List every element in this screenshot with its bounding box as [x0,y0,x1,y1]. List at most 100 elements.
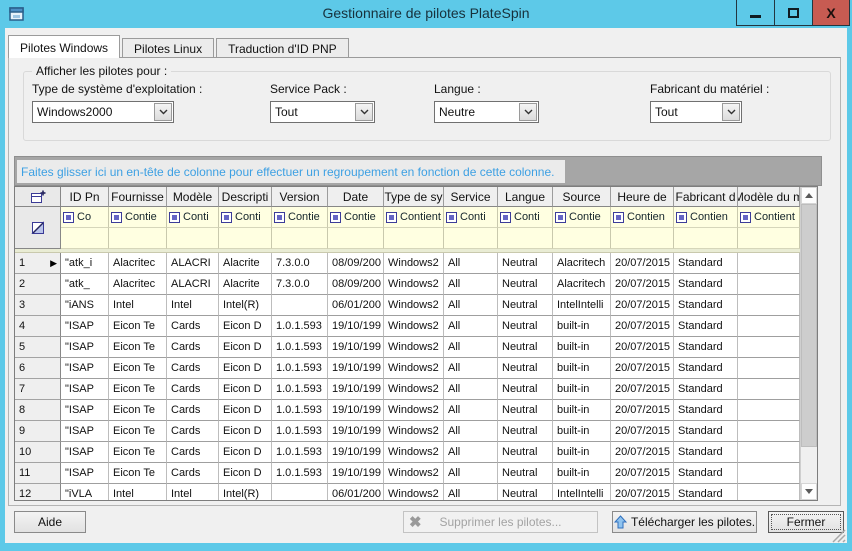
grid-cell[interactable]: 19/10/199 [328,421,384,442]
maximize-button[interactable] [774,0,812,26]
grid-cell[interactable]: All [444,337,498,358]
tab-pilotes-windows[interactable]: Pilotes Windows [8,35,120,58]
language-select[interactable]: Neutre [434,101,539,123]
grid-cell[interactable]: All [444,421,498,442]
grid-cell[interactable]: Neutral [498,358,553,379]
grid-cell[interactable]: Intel [109,295,167,316]
filter-cell-12[interactable]: Contien [674,207,738,228]
grid-cell[interactable]: Standard [674,316,738,337]
filter-cell-11[interactable]: Contien [611,207,674,228]
grid-cell[interactable]: Standard [674,337,738,358]
grid-cell[interactable]: Neutral [498,379,553,400]
grid-cell[interactable] [738,358,800,379]
grid-cell[interactable]: All [444,484,498,500]
grid-cell[interactable]: Neutral [498,295,553,316]
grid-cell[interactable]: Windows2 [384,358,444,379]
grid-cell[interactable]: Neutral [498,337,553,358]
grid-cell[interactable]: Neutral [498,400,553,421]
row-header-5[interactable]: 5 [15,337,61,358]
tab-pilotes-linux[interactable]: Pilotes Linux [122,38,214,58]
grid-cell[interactable]: "ISAP [61,400,109,421]
grid-cell[interactable]: 19/10/199 [328,337,384,358]
hardware-manufacturer-select[interactable]: Tout [650,101,742,123]
grid-cell[interactable]: Neutral [498,274,553,295]
grid-cell[interactable]: Neutral [498,316,553,337]
grid-cell[interactable]: Cards [167,379,219,400]
grid-cell[interactable]: Cards [167,463,219,484]
grid-cell[interactable]: Windows2 [384,337,444,358]
grid-cell[interactable]: Standard [674,295,738,316]
grid-cell[interactable]: All [444,463,498,484]
grid-cell[interactable] [738,421,800,442]
row-header-11[interactable]: 11 [15,463,61,484]
filter-condition-icon[interactable] [169,212,180,223]
chevron-down-icon[interactable] [519,103,537,121]
column-header-12[interactable]: Fabricant d [674,187,738,207]
grid-cell[interactable]: 19/10/199 [328,442,384,463]
grid-cell[interactable]: Alacritech [553,274,611,295]
grid-cell[interactable]: 20/07/2015 [611,421,674,442]
grid-cell[interactable]: Eicon Te [109,358,167,379]
grid-cell[interactable]: Eicon Te [109,442,167,463]
grid-cell[interactable]: Alacritec [109,253,167,274]
grid-cell[interactable]: Windows2 [384,421,444,442]
column-header-3[interactable]: Modèle [167,187,219,207]
minimize-button[interactable] [736,0,774,26]
os-type-select[interactable]: Windows2000 [32,101,174,123]
grid-cell[interactable]: Eicon D [219,379,272,400]
grid-cell[interactable]: Standard [674,253,738,274]
grid-cell[interactable] [738,316,800,337]
filter-input-cell-9[interactable] [498,228,553,249]
grid-cell[interactable]: Alacrite [219,274,272,295]
help-button[interactable]: Aide [14,511,86,533]
grid-cell[interactable]: Standard [674,463,738,484]
grid-cell[interactable]: Intel [167,484,219,500]
chevron-down-icon[interactable] [154,103,172,121]
grid-cell[interactable] [738,295,800,316]
filter-input-cell-4[interactable] [219,228,272,249]
grid-cell[interactable]: 7.3.0.0 [272,274,328,295]
filter-cell-9[interactable]: Conti [498,207,553,228]
grid-cell[interactable]: Cards [167,358,219,379]
grid-cell[interactable]: Cards [167,316,219,337]
filter-input-cell-2[interactable] [109,228,167,249]
filter-cell-5[interactable]: Contie [272,207,328,228]
grid-cell[interactable]: Neutral [498,442,553,463]
chevron-down-icon[interactable] [355,103,373,121]
filter-cell-7[interactable]: Contient [384,207,444,228]
grid-cell[interactable]: built-in [553,400,611,421]
grid-cell[interactable]: Cards [167,400,219,421]
grid-cell[interactable] [738,337,800,358]
grid-cell[interactable]: IntelIntelli [553,484,611,500]
grid-cell[interactable] [738,484,800,500]
filter-input-cell-11[interactable] [611,228,674,249]
grid-cell[interactable]: Cards [167,421,219,442]
grid-cell[interactable]: Alacrite [219,253,272,274]
filter-input-cell-13[interactable] [738,228,800,249]
grid-cell[interactable] [272,295,328,316]
filter-cell-8[interactable]: Conti [444,207,498,228]
filter-condition-icon[interactable] [740,212,751,223]
service-pack-select[interactable]: Tout [270,101,375,123]
grid-cell[interactable]: Alacritech [553,253,611,274]
grid-cell[interactable]: built-in [553,463,611,484]
grid-cell[interactable]: 1.0.1.593 [272,442,328,463]
grid-cell[interactable]: 20/07/2015 [611,337,674,358]
grid-cell[interactable]: 7.3.0.0 [272,253,328,274]
scrollbar-thumb[interactable] [801,204,817,447]
column-header-5[interactable]: Version [272,187,328,207]
grid-cell[interactable]: "ISAP [61,316,109,337]
row-header-6[interactable]: 6 [15,358,61,379]
grid-cell[interactable]: "iANS [61,295,109,316]
grid-cell[interactable]: Cards [167,442,219,463]
grid-cell[interactable]: Standard [674,274,738,295]
column-header-1[interactable]: ID Pn [61,187,109,207]
filter-cell-1[interactable]: Co [61,207,109,228]
filter-input-cell-8[interactable] [444,228,498,249]
vertical-scrollbar[interactable] [800,187,817,500]
grid-cell[interactable]: 19/10/199 [328,379,384,400]
grid-cell[interactable]: 1.0.1.593 [272,358,328,379]
grid-cell[interactable]: 1.0.1.593 [272,316,328,337]
grid-cell[interactable]: Eicon D [219,316,272,337]
grid-cell[interactable]: IntelIntelli [553,295,611,316]
